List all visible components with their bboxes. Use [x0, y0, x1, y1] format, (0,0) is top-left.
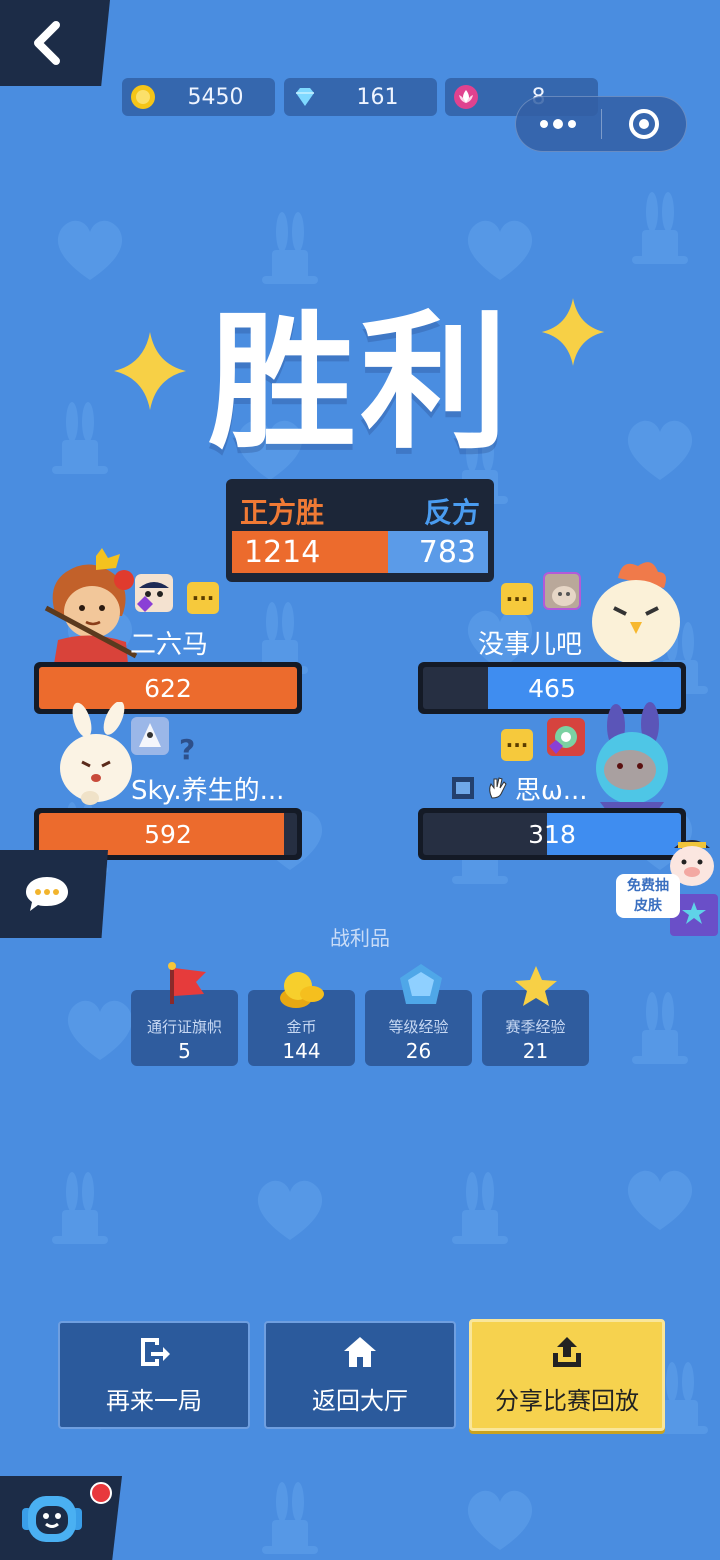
player-name: 没事儿吧	[478, 630, 583, 660]
loot-name: 赛季经验	[505, 1018, 566, 1036]
con-score-value: 783	[418, 534, 476, 570]
replay-label: 再来一局	[106, 1386, 202, 1415]
return-lobby-button[interactable]: 返回大厅	[264, 1321, 456, 1429]
loot-value: 5	[178, 1039, 191, 1063]
con-score-bar: 783	[387, 531, 488, 573]
monkey-character-icon	[44, 548, 138, 664]
chevron-left-icon	[34, 21, 60, 65]
diamonds-value: 161	[356, 84, 399, 110]
con-team-label: 反方	[423, 496, 480, 529]
loot-value: 21	[522, 1039, 549, 1063]
player-score-value: 318	[528, 819, 576, 849]
unknown-badge: ?	[179, 733, 196, 766]
free-skin-button[interactable]: 免费抽 皮肤	[616, 874, 680, 918]
player-name: Sky.养生的...	[131, 776, 285, 806]
player-avatar[interactable]	[131, 717, 169, 755]
bird-avatar-icon	[131, 717, 169, 755]
rabbit-character-icon	[60, 702, 132, 805]
heart-pattern-icon	[627, 1170, 693, 1230]
flag-icon	[168, 962, 206, 1004]
share-replay-label: 分享比赛回放	[495, 1386, 639, 1415]
player-score-bar: 318	[418, 808, 686, 860]
currency-diamonds[interactable]: 161	[284, 78, 437, 116]
rabbit-hat-pattern-icon	[632, 992, 688, 1064]
loot-name: 通行证旗帜	[146, 1018, 222, 1036]
miniprogram-capsule	[515, 96, 687, 152]
chat-bubble-icon[interactable]: ···	[187, 582, 219, 614]
player-name: 二六马	[130, 630, 209, 660]
coins-icon	[280, 972, 324, 1008]
heart-pattern-icon	[67, 1000, 133, 1060]
return-lobby-label: 返回大厅	[312, 1386, 408, 1415]
loot-value: 144	[282, 1039, 321, 1063]
loot-value: 26	[405, 1039, 432, 1063]
target-icon	[628, 109, 659, 139]
pirate-avatar-icon	[135, 574, 173, 612]
more-menu-button[interactable]	[516, 97, 601, 151]
coins-value: 5450	[187, 84, 244, 110]
replay-icon	[141, 1337, 170, 1366]
back-button[interactable]	[0, 0, 110, 86]
flower-avatar-icon	[547, 718, 585, 756]
team-score-box: 正方胜 反方 1214 783	[226, 479, 494, 582]
share-replay-button[interactable]: 分享比赛回放	[469, 1319, 665, 1431]
rabbit-hat-pattern-icon	[632, 192, 688, 264]
heart-pattern-icon	[257, 1180, 323, 1240]
rabbit-hat-pattern-icon	[262, 1482, 318, 1554]
currency-coins[interactable]: 5450	[122, 78, 275, 116]
chat-icon	[26, 877, 68, 911]
crystal-icon	[400, 964, 442, 1004]
heart-pattern-icon	[467, 1490, 533, 1550]
chicken-character-icon	[592, 562, 680, 664]
close-miniprogram-button[interactable]	[602, 97, 687, 151]
chat-bubble-icon[interactable]: ···	[501, 729, 533, 761]
loot-name: 等级经验	[388, 1018, 449, 1036]
lotus-icon	[454, 85, 478, 109]
victory-title: 胜利	[208, 297, 512, 469]
loot-name: 金币	[286, 1018, 317, 1036]
free-skin-line2: 皮肤	[634, 898, 662, 914]
star-icon	[515, 966, 557, 1006]
pro-team-label: 正方胜	[240, 496, 325, 529]
more-dots-icon	[540, 119, 577, 129]
player-avatar[interactable]	[135, 574, 173, 612]
share-icon	[553, 1336, 581, 1367]
rabbit-hat-pattern-icon	[52, 1172, 108, 1244]
rabbit-hat-pattern-icon	[452, 1172, 508, 1244]
pro-score-bar: 1214	[232, 531, 388, 573]
notification-dot	[90, 1482, 112, 1504]
player-avatar[interactable]	[547, 718, 585, 756]
home-icon	[344, 1336, 376, 1367]
photo-avatar-icon	[545, 574, 579, 608]
pro-score-value: 1214	[244, 534, 321, 570]
player-name: 思ω...	[515, 776, 588, 806]
robot-face-icon	[22, 1496, 82, 1542]
diamond-icon	[296, 88, 314, 106]
player-score-value: 592	[144, 819, 192, 849]
loot-title: 战利品	[330, 926, 390, 950]
hand-emoji-icon	[489, 777, 507, 799]
player-avatar[interactable]	[543, 572, 581, 610]
coin-icon	[131, 85, 155, 109]
robot-rabbit-character-icon	[596, 702, 668, 810]
chat-bubble-icon[interactable]: ···	[501, 583, 533, 615]
free-skin-line1: 免费抽	[627, 878, 669, 894]
photo-emoji-icon	[452, 777, 474, 799]
replay-button[interactable]: 再来一局	[58, 1321, 250, 1429]
